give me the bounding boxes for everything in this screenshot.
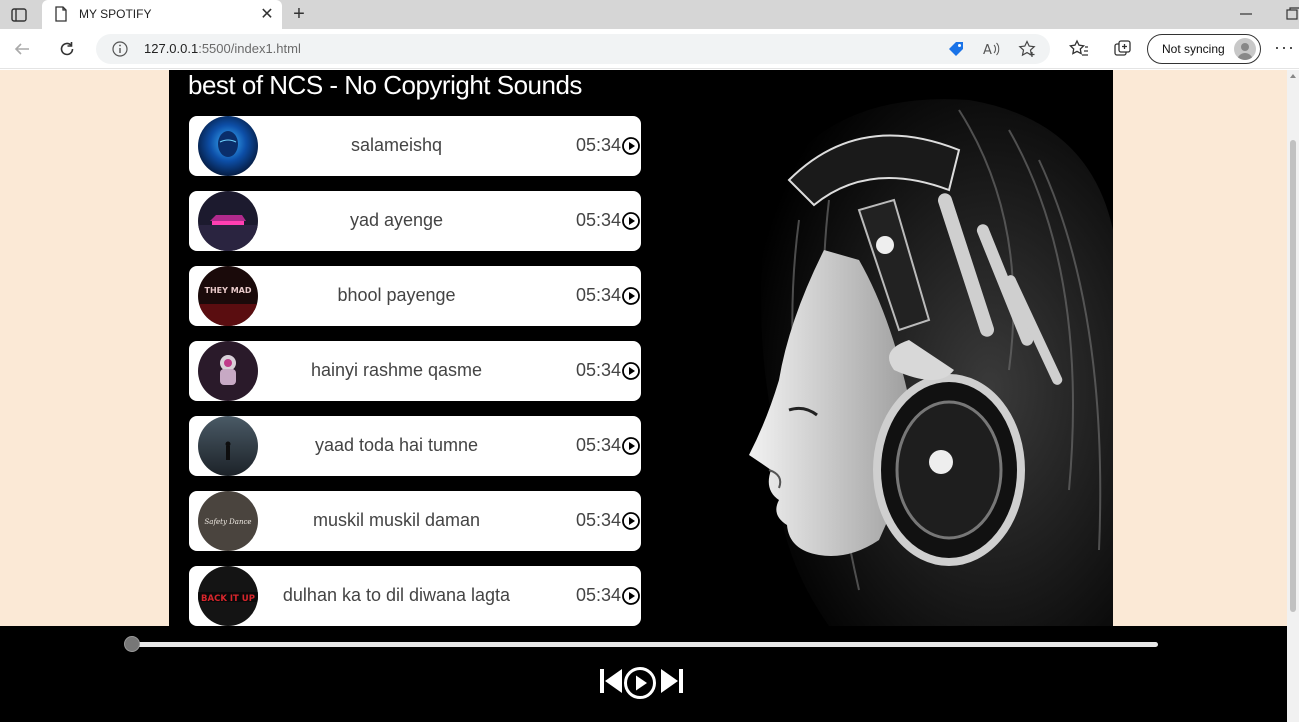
read-aloud-icon[interactable]: A [982,40,1000,58]
refresh-icon[interactable] [55,37,79,61]
tab-actions-icon[interactable] [8,5,30,25]
close-tab-icon[interactable]: ✕ [258,5,276,23]
vertical-scrollbar[interactable] [1287,70,1299,722]
song-duration: 05:34 [576,360,622,380]
song-cover [198,191,258,251]
song-item[interactable]: Safety Dance muskil muskil daman 05:34 [189,491,641,551]
new-tab-icon[interactable]: + [288,3,310,25]
song-name: muskil muskil daman [312,510,481,530]
song-name: yad ayenge [349,210,444,230]
play-circle-icon[interactable] [621,586,641,606]
song-item[interactable]: hainyi rashme qasme 05:34 [189,341,641,401]
sync-button[interactable]: Not syncing [1147,34,1261,64]
cover-text-safety-dance: Safety Dance [204,518,251,526]
page-viewport: best of NCS - No Copyright Sounds salame… [0,70,1287,722]
song-name: hainyi rashme qasme [310,360,483,380]
browser-tab[interactable]: MY SPOTIFY ✕ [42,0,282,29]
hero-headphones-image [709,70,1113,626]
browser-toolbar: 127.0.0.1:5500/index1.html A Not syncing… [0,29,1299,69]
song-item[interactable]: salameishq 05:34 [189,116,641,176]
playlist-title: best of NCS - No Copyright Sounds [188,70,582,100]
progress-thumb[interactable] [124,636,140,652]
song-cover: THEY MAD [198,266,258,326]
url-text: 127.0.0.1:5500/index1.html [144,41,301,56]
favorites-icon[interactable] [1069,39,1089,59]
song-cover: Safety Dance [198,491,258,551]
play-circle-icon[interactable] [621,361,641,381]
song-cover [198,341,258,401]
player-bar [0,626,1287,722]
song-duration: 05:34 [576,135,622,155]
cover-text-they-mad: THEY MAD [205,286,252,295]
previous-icon[interactable] [598,666,624,701]
song-name: bhool payenge [337,285,456,305]
info-icon[interactable] [112,41,128,62]
address-bar[interactable]: 127.0.0.1:5500/index1.html A [96,34,1050,64]
progress-slider[interactable] [124,636,1158,652]
song-name: salameishq [350,135,443,155]
song-cover [198,416,258,476]
play-icon[interactable] [623,666,657,705]
song-duration: 05:34 [576,210,622,230]
song-item[interactable]: THEY MAD bhool payenge 05:34 [189,266,641,326]
browser-tab-bar: MY SPOTIFY ✕ + [0,0,1299,29]
cover-text-back-it-up: BACK IT UP [201,594,255,604]
play-circle-icon[interactable] [621,436,641,456]
song-name: yaad toda hai tumne [314,435,479,455]
tab-title: MY SPOTIFY [79,7,152,21]
song-item[interactable]: yad ayenge 05:34 [189,191,641,251]
song-duration: 05:34 [576,585,622,605]
play-circle-icon[interactable] [621,286,641,306]
url-path: :5500/index1.html [198,41,301,56]
sync-label: Not syncing [1162,42,1225,56]
music-container: best of NCS - No Copyright Sounds salame… [169,70,1113,626]
svg-text:A: A [983,43,992,58]
back-icon[interactable] [10,37,34,61]
profile-avatar [1234,38,1256,60]
song-item[interactable]: yaad toda hai tumne 05:34 [189,416,641,476]
scroll-up-icon[interactable] [1290,74,1296,78]
song-duration: 05:34 [576,435,622,455]
shopping-tag-icon[interactable] [947,40,965,58]
scrollbar-thumb[interactable] [1290,140,1296,612]
song-name: dulhan ka to dil diwana lagta [282,585,511,605]
play-circle-icon[interactable] [621,511,641,531]
play-circle-icon[interactable] [621,211,641,231]
next-icon[interactable] [659,666,685,701]
play-circle-icon[interactable] [621,136,641,156]
document-icon [54,6,68,27]
url-host: 127.0.0.1 [144,41,199,56]
minimize-icon[interactable] [1238,6,1254,22]
song-item[interactable]: BACK IT UP dulhan ka to dil diwana lagta… [189,566,641,626]
collections-icon[interactable] [1113,39,1133,59]
restore-icon[interactable] [1285,6,1299,22]
song-duration: 05:34 [576,285,622,305]
song-duration: 05:34 [576,510,622,530]
more-options-icon[interactable]: ··· [1274,37,1295,58]
song-cover: BACK IT UP [198,566,258,626]
song-cover [198,116,258,176]
progress-track[interactable] [130,642,1158,647]
add-favorite-icon[interactable] [1018,40,1036,58]
